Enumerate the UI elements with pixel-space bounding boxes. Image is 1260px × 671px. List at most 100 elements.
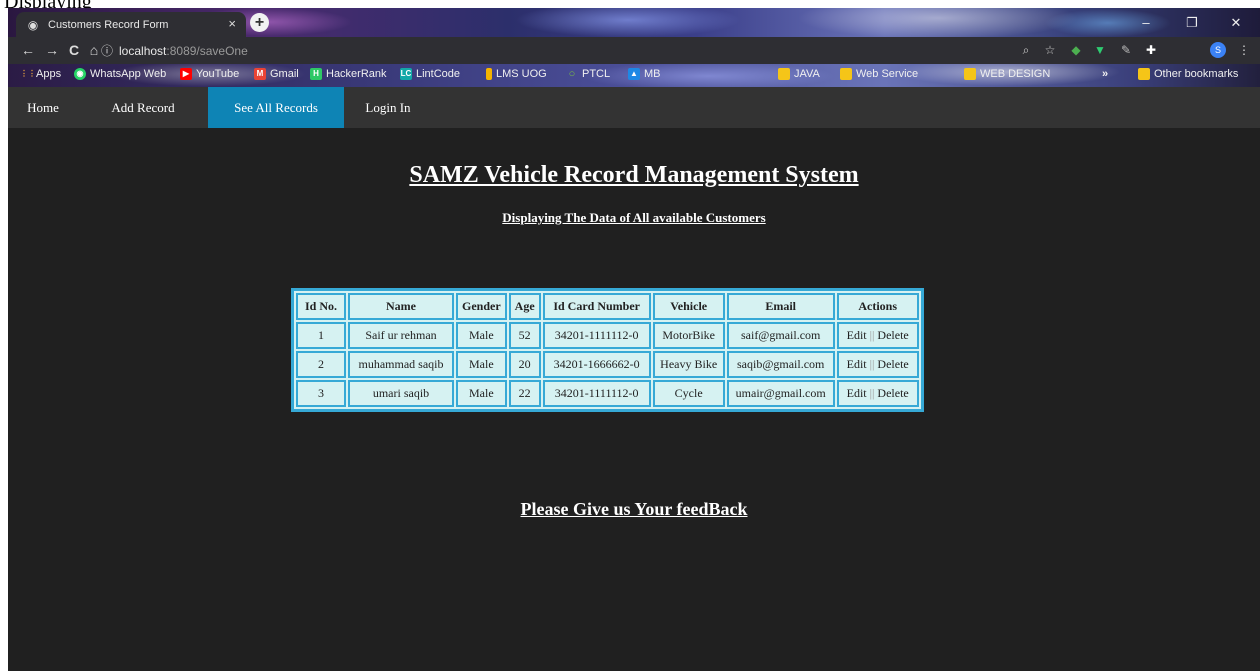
hackerrank-icon: H	[310, 68, 322, 80]
nav-home[interactable]: Home	[8, 87, 78, 128]
cell-id: 1	[296, 322, 346, 349]
close-window-button[interactable]: ✕	[1216, 8, 1256, 37]
new-tab-button[interactable]: +	[250, 13, 269, 32]
action-separator: ||	[869, 357, 875, 371]
edit-link[interactable]: Edit	[847, 328, 867, 342]
folder-icon	[840, 68, 852, 80]
menu-icon[interactable]: ⋮	[1236, 42, 1252, 58]
profile-avatar[interactable]: S	[1210, 42, 1226, 58]
url-path: :8089/saveOne	[166, 43, 248, 58]
ptcl-icon: ○	[568, 68, 576, 80]
zoom-icon[interactable]: ⌕	[1018, 42, 1034, 58]
star-icon[interactable]: ☆	[1042, 42, 1058, 58]
cell-name: Saif ur rehman	[348, 322, 454, 349]
action-separator: ||	[869, 386, 875, 400]
url-input[interactable]: ⓘ localhost:8089/saveOne	[101, 40, 1101, 61]
header-id: Id No.	[296, 293, 346, 320]
nav-see-all-records[interactable]: See All Records	[208, 87, 344, 128]
nav-login[interactable]: Login In	[344, 87, 432, 128]
whatsapp-icon: ◉	[74, 68, 86, 80]
info-icon[interactable]: ⓘ	[101, 42, 113, 59]
cell-vehicle: Cycle	[652, 380, 725, 407]
bookmark-java[interactable]: JAVA	[778, 68, 820, 80]
minimize-button[interactable]: –	[1126, 8, 1166, 37]
cell-age: 52	[508, 322, 541, 349]
header-id-card: Id Card Number	[542, 293, 651, 320]
bookmark-ptcl[interactable]: ○ PTCL	[566, 68, 610, 80]
cell-id: 3	[296, 380, 346, 407]
cell-gender: Male	[456, 351, 507, 378]
table-header-row: Id No. Name Gender Age Id Card Number Ve…	[296, 293, 919, 320]
action-separator: ||	[869, 328, 875, 342]
browser-window: ◉ Customers Record Form × + – ❐ ✕ ← → C …	[8, 8, 1260, 671]
bookmark-apps[interactable]: ⋮⋮ Apps	[20, 68, 61, 80]
bookmark-youtube[interactable]: ▶ YouTube	[180, 68, 239, 80]
cell-vehicle: MotorBike	[652, 322, 725, 349]
address-bar: ← → C ⌂ ⓘ localhost:8089/saveOne ⌕ ☆ ◆ ▼…	[8, 37, 1260, 64]
folder-icon	[964, 68, 976, 80]
delete-link[interactable]: Delete	[877, 328, 908, 342]
cell-id-card: 34201-1111112-0	[542, 380, 651, 407]
bookmark-mb-icon: ▲	[628, 68, 640, 80]
bookmark-lms[interactable]: LMS UOG	[486, 68, 547, 80]
maximize-button[interactable]: ❐	[1172, 8, 1212, 37]
back-arrow-icon[interactable]: ←	[18, 40, 38, 60]
header-actions: Actions	[836, 293, 919, 320]
bookmark-mb[interactable]: ▲ MB	[628, 68, 661, 80]
cell-actions: Edit || Delete	[836, 380, 919, 407]
edit-link[interactable]: Edit	[847, 386, 867, 400]
folder-icon	[778, 68, 790, 80]
header-gender: Gender	[456, 293, 507, 320]
cell-id-card: 34201-1111112-0	[542, 322, 651, 349]
globe-icon: ◉	[27, 17, 39, 32]
folder-icon	[486, 68, 492, 80]
cell-id: 2	[296, 351, 346, 378]
tab-title: Customers Record Form	[48, 18, 169, 31]
forward-arrow-icon[interactable]: →	[42, 40, 62, 60]
bookmark-hackerrank[interactable]: H HackerRank	[310, 68, 387, 80]
url-host: localhost	[119, 43, 167, 58]
cell-vehicle: Heavy Bike	[652, 351, 725, 378]
bookmark-whatsapp[interactable]: ◉ WhatsApp Web	[74, 68, 166, 80]
delete-link[interactable]: Delete	[877, 386, 908, 400]
cell-actions: Edit || Delete	[836, 351, 919, 378]
bookmarks-bar: ⋮⋮ Apps ◉ WhatsApp Web ▶ YouTube M Gmail H Ha…	[8, 64, 1260, 87]
bookmark-web-service[interactable]: Web Service	[840, 68, 918, 80]
table-row: 2 muhammad saqib Male 20 34201-1666662-0…	[296, 351, 919, 378]
cell-gender: Male	[456, 380, 507, 407]
lintcode-icon: LC	[400, 68, 412, 80]
bookmark-lintcode[interactable]: LC LintCode	[400, 68, 460, 80]
tab-close-icon[interactable]: ×	[228, 16, 236, 31]
bookmarks-overflow[interactable]: »	[1102, 68, 1108, 80]
feedback-link[interactable]: Please Give us Your feedBack	[8, 499, 1260, 520]
cell-id-card: 34201-1666662-0	[542, 351, 651, 378]
records-table: Id No. Name Gender Age Id Card Number Ve…	[291, 288, 924, 412]
nav-add-record[interactable]: Add Record	[78, 87, 208, 128]
cell-email: saif@gmail.com	[726, 322, 835, 349]
delete-link[interactable]: Delete	[877, 357, 908, 371]
cell-email: saqib@gmail.com	[726, 351, 835, 378]
pen-icon[interactable]: ✎	[1118, 42, 1134, 58]
cell-gender: Male	[456, 322, 507, 349]
shield-icon[interactable]: ▼	[1092, 42, 1108, 58]
cell-age: 20	[508, 351, 541, 378]
bookmark-gmail[interactable]: M Gmail	[254, 68, 299, 80]
cell-age: 22	[508, 380, 541, 407]
page-subtitle: Displaying The Data of All available Cus…	[502, 210, 766, 225]
cell-actions: Edit || Delete	[836, 322, 919, 349]
header-age: Age	[508, 293, 541, 320]
reload-icon[interactable]: C	[64, 40, 84, 60]
bookmark-other[interactable]: Other bookmarks	[1138, 68, 1238, 80]
extension-icon[interactable]: ◆	[1068, 42, 1084, 58]
edit-link[interactable]: Edit	[847, 357, 867, 371]
browser-tab[interactable]: ◉ Customers Record Form ×	[16, 12, 246, 37]
title-bar: ◉ Customers Record Form × + – ❐ ✕	[8, 8, 1260, 37]
puzzle-icon[interactable]: ✚	[1143, 42, 1159, 58]
apps-grid-icon: ⋮⋮	[20, 69, 36, 78]
page-title: SAMZ Vehicle Record Management System	[409, 162, 859, 188]
table-row: 1 Saif ur rehman Male 52 34201-1111112-0…	[296, 322, 919, 349]
site-navbar: Home Add Record See All Records Login In	[8, 87, 1260, 128]
header-email: Email	[726, 293, 835, 320]
bookmark-web-design[interactable]: WEB DESIGN	[964, 68, 1050, 80]
header-vehicle: Vehicle	[652, 293, 725, 320]
